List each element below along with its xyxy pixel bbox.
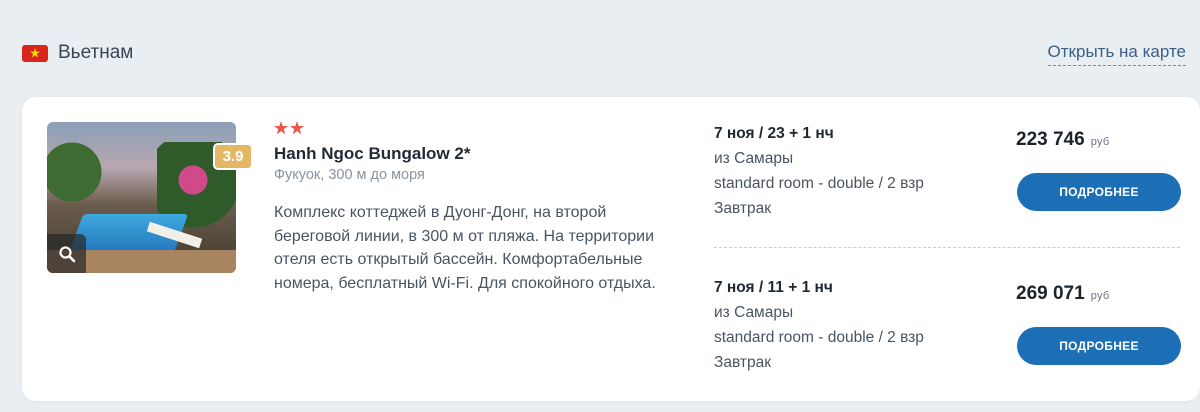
- details-button[interactable]: ПОДРОБНЕЕ: [1017, 327, 1181, 365]
- offer-departure: из Самары: [714, 304, 794, 321]
- country-header: Вьетнам: [22, 40, 133, 66]
- price-value: 269 071: [1016, 283, 1085, 304]
- offer-divider: [714, 247, 1180, 248]
- magnifier-icon: [58, 245, 75, 262]
- offer-dates: 7 ноя / 23 + 1 нч: [714, 125, 834, 142]
- offer-price: 269 071 руб: [1016, 283, 1110, 305]
- details-button[interactable]: ПОДРОБНЕЕ: [1017, 173, 1181, 211]
- offer-price: 223 746 руб: [1016, 129, 1110, 151]
- star-icon: [290, 121, 304, 135]
- zoom-button[interactable]: [47, 234, 86, 273]
- offer-dates: 7 ноя / 11 + 1 нч: [714, 279, 833, 296]
- country-name: Вьетнам: [58, 42, 134, 63]
- vietnam-flag-icon: [22, 44, 48, 62]
- offer-item: 7 ноя / 11 + 1 нч из Самары standard roo…: [714, 279, 1184, 409]
- price-currency: руб: [1090, 136, 1110, 148]
- hotel-description: Комплекс коттеджей в Дуонг-Донг, на втор…: [274, 204, 656, 292]
- star-icon: [274, 121, 288, 135]
- hotel-name[interactable]: Hanh Ngoc Bungalow 2*: [274, 144, 470, 164]
- hotel-stars: [274, 121, 304, 135]
- offer-departure: из Самары: [714, 150, 794, 167]
- rating-badge: 3.9: [213, 143, 253, 170]
- hotel-location: Фукуок, 300 м до моря: [274, 167, 425, 183]
- offer-item: 7 ноя / 23 + 1 нч из Самары standard roo…: [714, 125, 1184, 255]
- price-value: 223 746: [1016, 129, 1085, 150]
- hotel-card: 3.9 Hanh Ngoc Bungalow 2* Фукуок, 300 м …: [22, 97, 1200, 401]
- open-map-link[interactable]: Открыть на карте: [1047, 42, 1186, 66]
- price-currency: руб: [1090, 290, 1110, 302]
